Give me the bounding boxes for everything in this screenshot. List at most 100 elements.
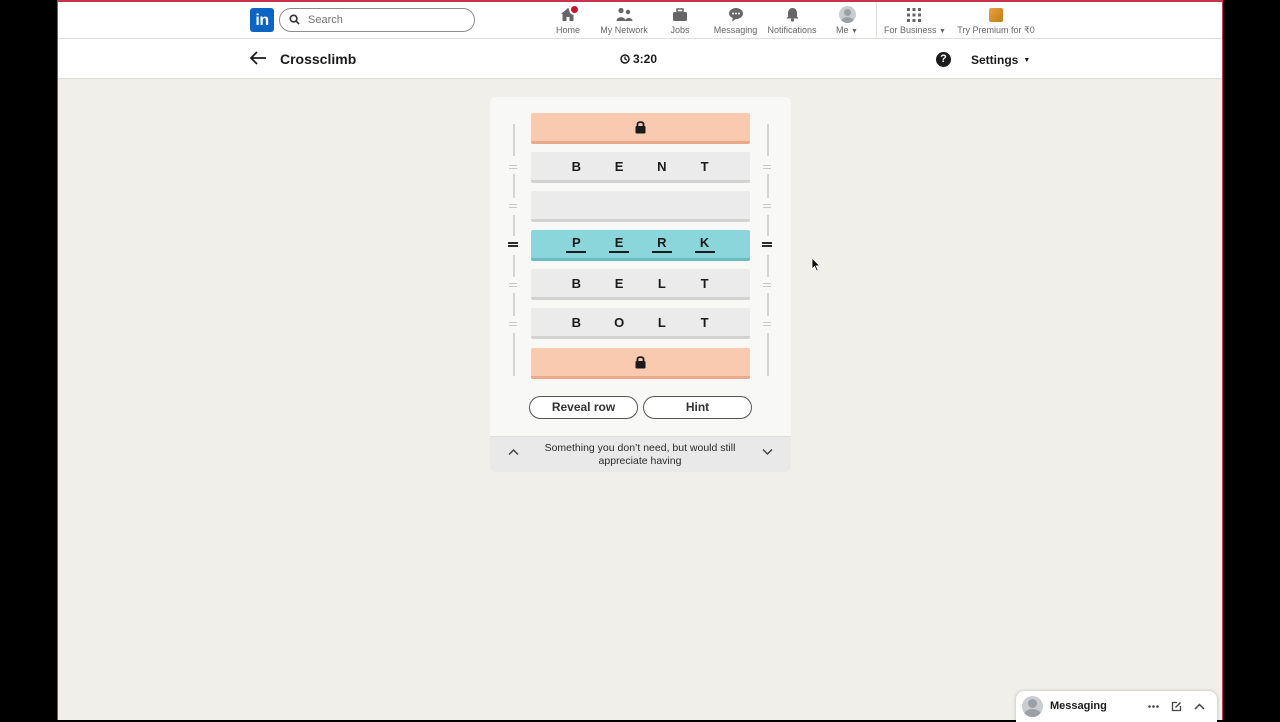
briefcase-icon bbox=[667, 6, 693, 23]
word-row[interactable]: B E L T bbox=[531, 269, 750, 300]
back-arrow-icon[interactable] bbox=[250, 51, 267, 65]
nav-messaging[interactable]: Messaging bbox=[713, 6, 758, 35]
letter-tile: B bbox=[571, 314, 582, 330]
lock-icon bbox=[635, 356, 646, 369]
right-rail-segment bbox=[767, 124, 769, 156]
compose-icon[interactable] bbox=[1171, 701, 1182, 712]
letter-input[interactable]: K bbox=[694, 235, 715, 253]
grid-icon bbox=[884, 6, 944, 23]
nav-jobs-label: Jobs bbox=[670, 25, 690, 35]
nav-notifications-label: Notifications bbox=[767, 25, 817, 35]
drag-handle-left[interactable] bbox=[509, 283, 517, 287]
drag-handle-right[interactable] bbox=[763, 204, 771, 208]
settings-dropdown[interactable]: Settings ▼ bbox=[971, 53, 1030, 67]
game-header: Crossclimb 3:20 ? Settings ▼ bbox=[58, 39, 1222, 79]
letter-tile: B bbox=[571, 275, 582, 291]
messaging-label: Messaging bbox=[1050, 700, 1107, 712]
notification-badge bbox=[569, 4, 580, 15]
letter-input[interactable]: E bbox=[609, 235, 630, 253]
game-timer: 3:20 bbox=[620, 52, 657, 66]
nav-my-network[interactable]: My Network bbox=[599, 6, 649, 35]
settings-label: Settings bbox=[971, 53, 1019, 67]
hint-button[interactable]: Hint bbox=[643, 396, 752, 419]
word-row[interactable]: B E N T bbox=[531, 152, 750, 183]
search-input[interactable] bbox=[308, 12, 468, 28]
letter-tile: E bbox=[614, 158, 624, 174]
search-box[interactable] bbox=[279, 8, 475, 32]
avatar bbox=[1022, 696, 1043, 717]
word-row-active[interactable]: P E R K bbox=[531, 230, 750, 261]
nav-try-premium-label: Try Premium for ₹0 bbox=[957, 25, 1035, 35]
right-rail-segment bbox=[767, 215, 769, 236]
chat-icon bbox=[713, 6, 758, 23]
clue-bar: Something you don’t need, but would stil… bbox=[490, 436, 791, 472]
drag-handle-left[interactable] bbox=[509, 322, 517, 326]
messaging-overlay[interactable]: Messaging bbox=[1016, 691, 1217, 722]
caret-down-icon: ▼ bbox=[1023, 56, 1031, 64]
nav-home[interactable]: Home bbox=[554, 4, 582, 35]
left-rail-segment bbox=[513, 255, 515, 277]
letter-tile: N bbox=[657, 158, 667, 174]
nav-me[interactable]: Me ▼ bbox=[832, 6, 862, 35]
more-options-icon[interactable] bbox=[1148, 705, 1159, 708]
bell-icon bbox=[766, 6, 818, 23]
nav-messaging-label: Messaging bbox=[713, 25, 758, 35]
chevron-up-icon[interactable] bbox=[508, 448, 519, 456]
nav-jobs[interactable]: Jobs bbox=[667, 6, 693, 35]
timer-value: 3:20 bbox=[633, 52, 658, 66]
clock-icon bbox=[620, 54, 630, 64]
letter-tile: L bbox=[657, 275, 666, 291]
letter-tile: T bbox=[700, 275, 709, 291]
letter-tile: B bbox=[571, 158, 582, 174]
letter-tile: E bbox=[614, 275, 624, 291]
nav-divider bbox=[876, 2, 877, 39]
word-row-empty[interactable] bbox=[531, 191, 750, 222]
locked-row-bottom[interactable] bbox=[531, 348, 750, 379]
right-rail-segment bbox=[767, 293, 769, 316]
search-icon bbox=[289, 14, 300, 25]
reveal-row-button[interactable]: Reveal row bbox=[529, 396, 638, 419]
avatar-icon bbox=[838, 6, 856, 23]
letter-input[interactable]: P bbox=[566, 235, 587, 253]
lock-icon bbox=[635, 121, 646, 134]
nav-my-network-label: My Network bbox=[600, 25, 648, 35]
letter-tile: T bbox=[700, 314, 709, 330]
drag-handle-left[interactable] bbox=[509, 165, 517, 169]
chevron-down-icon: ▼ bbox=[939, 28, 946, 35]
nav-for-business[interactable]: For Business ▼ bbox=[884, 6, 946, 35]
right-rail-segment bbox=[767, 255, 769, 277]
letter-tile: O bbox=[614, 314, 625, 330]
help-icon[interactable]: ? bbox=[936, 52, 951, 67]
left-rail-segment bbox=[513, 174, 515, 198]
right-rail-segment bbox=[767, 333, 769, 376]
chevron-up-icon[interactable] bbox=[1194, 703, 1205, 710]
left-rail-segment bbox=[513, 215, 515, 236]
browser-viewport: in Home My Network Jobs bbox=[57, 0, 1223, 722]
nav-try-premium[interactable]: Try Premium for ₹0 bbox=[957, 6, 1035, 36]
right-rail-segment bbox=[767, 174, 769, 198]
nav-home-label: Home bbox=[555, 25, 580, 35]
linkedin-logo[interactable]: in bbox=[250, 8, 274, 32]
drag-handle-left-active[interactable] bbox=[508, 242, 518, 247]
clue-text: Something you don’t need, but would stil… bbox=[544, 442, 736, 467]
drag-handle-right-active[interactable] bbox=[762, 242, 772, 247]
drag-handle-right[interactable] bbox=[763, 283, 771, 287]
mouse-cursor-icon bbox=[811, 257, 821, 272]
nav-me-label: Me bbox=[836, 25, 849, 35]
drag-handle-right[interactable] bbox=[763, 165, 771, 169]
chevron-down-icon: ▼ bbox=[851, 28, 858, 35]
letter-tile: L bbox=[657, 314, 666, 330]
left-rail-segment bbox=[513, 124, 515, 156]
drag-handle-right[interactable] bbox=[763, 322, 771, 326]
network-icon bbox=[599, 6, 649, 23]
nav-notifications[interactable]: Notifications bbox=[766, 6, 818, 35]
premium-icon bbox=[989, 7, 1003, 22]
page-title: Crossclimb bbox=[280, 51, 357, 67]
top-navigation-bar: in Home My Network Jobs bbox=[58, 2, 1222, 39]
letter-input[interactable]: R bbox=[651, 235, 672, 253]
word-row[interactable]: B O L T bbox=[531, 308, 750, 339]
drag-handle-left[interactable] bbox=[509, 204, 517, 208]
chevron-down-icon[interactable] bbox=[762, 448, 773, 456]
left-rail-segment bbox=[513, 293, 515, 316]
locked-row-top[interactable] bbox=[531, 113, 750, 144]
